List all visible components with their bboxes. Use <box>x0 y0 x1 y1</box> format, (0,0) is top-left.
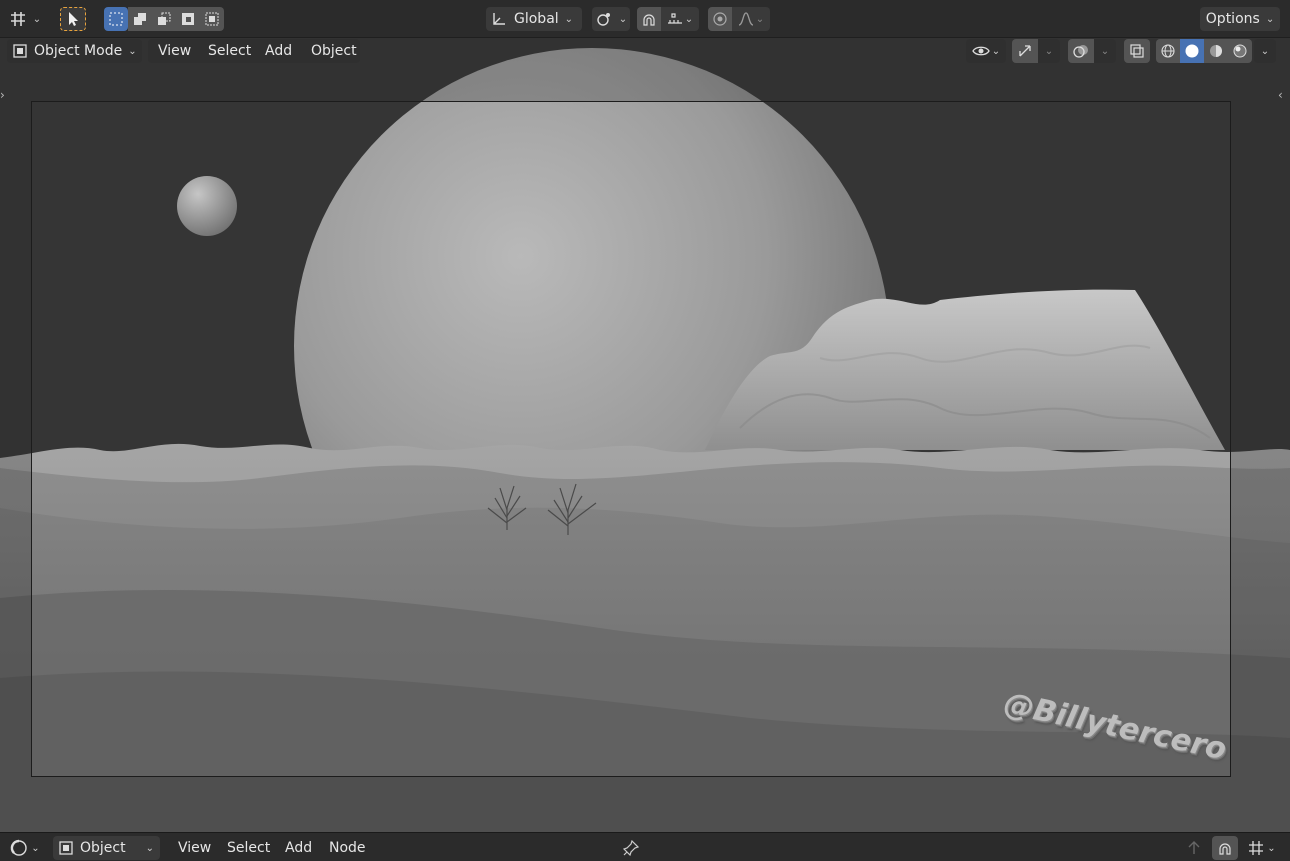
bottom-menu-select[interactable]: Select <box>221 836 276 860</box>
proportional-falloff-dropdown[interactable]: ⌄ <box>732 7 770 31</box>
shading-mode-group <box>1156 39 1252 63</box>
gizmo-icon <box>1017 43 1033 59</box>
moon-sphere <box>177 176 237 236</box>
select-mode-group <box>104 7 224 31</box>
object-mode-label: Object Mode <box>34 43 123 59</box>
chevron-down-icon: ⌄ <box>1260 45 1270 57</box>
transform-orientation-label: Global <box>514 11 559 27</box>
wireframe-shading-button[interactable] <box>1156 39 1180 63</box>
menu-object[interactable]: Object <box>305 39 363 63</box>
object-mode-icon <box>12 43 28 59</box>
object-mode-dropdown[interactable]: Object Mode ⌄ <box>7 39 142 63</box>
select-extend-button[interactable] <box>128 7 152 31</box>
node-editor-header: ⌄ Object ⌄ View Select Add Node ⌄ <box>0 832 1290 861</box>
node-editor-icon <box>10 839 28 857</box>
snap-toggle[interactable] <box>637 7 661 31</box>
bottom-menu-view[interactable]: View <box>172 836 217 860</box>
pivot-point-dropdown[interactable]: ⌄ <box>592 7 630 31</box>
editor-mode-label: Object <box>80 840 126 856</box>
solid-shading-button[interactable] <box>1180 39 1204 63</box>
menu-select[interactable]: Select <box>202 39 257 63</box>
select-intersect-icon <box>204 11 220 27</box>
pivot-point-icon <box>595 11 613 27</box>
select-subtract-button[interactable] <box>152 7 176 31</box>
proportional-edit-toggle[interactable] <box>708 7 732 31</box>
select-invert-button[interactable] <box>176 7 200 31</box>
shading-dropdown[interactable]: ⌄ <box>1254 39 1276 63</box>
arrow-up-icon <box>1186 840 1202 856</box>
editor-mode-dropdown[interactable]: Object ⌄ <box>53 836 160 860</box>
tool-header: ⌄ Global ⌄ ⌄ ⌄ ⌄ Options ⌄ <box>0 0 1290 38</box>
select-tool-button[interactable] <box>60 7 86 31</box>
falloff-curve-icon <box>738 11 754 27</box>
menu-view[interactable]: View <box>152 39 197 63</box>
overlays-dropdown[interactable]: ⌄ <box>1094 39 1116 63</box>
select-invert-icon <box>180 11 196 27</box>
bottom-menu-add[interactable]: Add <box>279 836 318 860</box>
material-shading-icon <box>1208 43 1224 59</box>
rendered-shading-button[interactable] <box>1228 39 1252 63</box>
node-editor-type-button[interactable]: ⌄ <box>5 836 45 860</box>
chevron-down-icon: ⌄ <box>564 13 574 25</box>
axes-icon <box>490 11 508 27</box>
xray-toggle[interactable] <box>1124 39 1150 63</box>
select-intersect-button[interactable] <box>200 7 224 31</box>
chevron-down-icon: ⌄ <box>1265 13 1275 25</box>
options-dropdown[interactable]: Options ⌄ <box>1200 7 1280 31</box>
bottom-menu-node[interactable]: Node <box>323 836 372 860</box>
chevron-down-icon: ⌄ <box>618 13 628 25</box>
grid-axes-icon <box>9 11 27 27</box>
material-shading-button[interactable] <box>1204 39 1228 63</box>
magnet-icon <box>1217 840 1233 856</box>
cursor-arrow-icon <box>67 11 79 27</box>
parent-node-tree-button[interactable] <box>1182 836 1206 860</box>
sidebar-expand-icon[interactable]: ‹ <box>1278 88 1283 102</box>
chevron-down-icon: ⌄ <box>755 13 765 25</box>
select-new-icon <box>108 11 124 27</box>
chevron-down-icon: ⌄ <box>1267 842 1276 854</box>
chevron-down-icon: ⌄ <box>32 13 42 25</box>
node-snap-toggle[interactable] <box>1212 836 1238 860</box>
wireframe-shading-icon <box>1160 43 1176 59</box>
object-mode-icon <box>58 840 74 856</box>
select-subtract-icon <box>156 11 172 27</box>
viewport-header: Object Mode ⌄ View Select Add Object ⌄ ⌄… <box>0 38 1290 66</box>
editor-type-button[interactable]: ⌄ <box>6 7 44 31</box>
chevron-down-icon: ⌄ <box>1044 45 1054 57</box>
gizmo-dropdown[interactable]: ⌄ <box>1038 39 1060 63</box>
proportional-edit-icon <box>712 11 728 27</box>
chevron-down-icon: ⌄ <box>1100 45 1110 57</box>
chevron-down-icon: ⌄ <box>31 842 40 854</box>
chevron-down-icon: ⌄ <box>128 45 137 57</box>
grid-icon <box>1248 840 1264 856</box>
node-snap-target-dropdown[interactable]: ⌄ <box>1242 836 1282 860</box>
chevron-down-icon: ⌄ <box>991 45 1001 57</box>
overlays-toggle[interactable] <box>1068 39 1094 63</box>
menu-add[interactable]: Add <box>259 39 298 63</box>
select-extend-icon <box>132 11 148 27</box>
chevron-down-icon: ⌄ <box>145 842 154 854</box>
snap-increment-icon <box>667 11 683 27</box>
3d-viewport[interactable]: @Billytercero › ‹ <box>0 38 1290 832</box>
xray-icon <box>1129 43 1145 59</box>
magnet-icon <box>641 11 657 27</box>
pin-icon <box>623 840 639 856</box>
overlay-icon <box>1073 43 1089 59</box>
snap-target-dropdown[interactable]: ⌄ <box>661 7 699 31</box>
eye-icon <box>972 43 990 59</box>
toolbar-expand-icon[interactable]: › <box>0 88 5 102</box>
gizmo-toggle[interactable] <box>1012 39 1038 63</box>
chevron-down-icon: ⌄ <box>684 13 694 25</box>
pin-button[interactable] <box>619 836 643 860</box>
solid-shading-icon <box>1184 43 1200 59</box>
options-label: Options <box>1205 11 1260 27</box>
select-new-button[interactable] <box>104 7 128 31</box>
transform-orientation-dropdown[interactable]: Global ⌄ <box>486 7 582 31</box>
rendered-shading-icon <box>1232 43 1248 59</box>
visibility-dropdown[interactable]: ⌄ <box>966 39 1006 63</box>
